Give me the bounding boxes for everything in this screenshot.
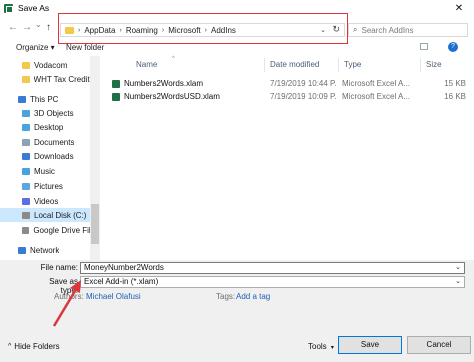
sidebar-item-videos[interactable]: Videos	[0, 194, 90, 208]
search-box[interactable]: ⌕ Search AddIns	[348, 23, 468, 37]
file-name-label: File name:	[40, 263, 78, 272]
music-icon	[22, 167, 30, 175]
new-folder-button[interactable]: New folder	[66, 43, 104, 52]
view-options-icon[interactable]	[420, 43, 428, 50]
window-title: Save As	[18, 3, 50, 13]
computer-icon	[18, 95, 26, 103]
sidebar-item-google-drive[interactable]: Google Drive File	[0, 223, 90, 237]
file-list: Name ^ Date modified Type Size Numbers2W…	[100, 56, 474, 260]
cube-icon	[22, 109, 30, 117]
chevron-down-icon[interactable]: ⌄	[455, 277, 461, 287]
desktop-icon	[22, 123, 30, 131]
toolbar: Organize ▾ New folder ?	[0, 40, 474, 56]
excel-file-icon	[112, 93, 120, 101]
sidebar-item-local-disk[interactable]: Local Disk (C:)	[0, 208, 90, 222]
sidebar-item-vodacom[interactable]: Vodacom	[0, 58, 90, 72]
authors-value[interactable]: Michael Olafusi	[86, 292, 141, 301]
folder-icon	[22, 61, 30, 69]
tags-input[interactable]: Add a tag	[236, 292, 270, 301]
cancel-button[interactable]: Cancel	[407, 336, 471, 354]
sidebar-scrollbar[interactable]	[90, 56, 100, 260]
download-icon	[22, 152, 30, 160]
sidebar-item-pictures[interactable]: Pictures	[0, 179, 90, 193]
sidebar-item-network[interactable]: Network	[0, 243, 90, 257]
forward-arrow-icon[interactable]: →	[22, 22, 32, 33]
red-arrow-annotation-icon	[52, 280, 81, 327]
pictures-icon	[22, 182, 30, 190]
recent-locations-icon[interactable]: ⌄	[35, 20, 42, 29]
file-name-input[interactable]: MoneyNumber2Words ⌄	[80, 262, 465, 274]
tags-label: Tags:	[216, 292, 236, 301]
chevron-down-icon[interactable]: ⌄	[455, 263, 461, 273]
documents-icon	[22, 138, 30, 146]
video-icon	[22, 197, 30, 205]
search-icon: ⌕	[353, 25, 358, 34]
sidebar-item-desktop[interactable]: Desktop	[0, 120, 90, 134]
close-button[interactable]: ✕	[444, 0, 474, 16]
sort-indicator-icon: ^	[172, 56, 175, 62]
organize-button[interactable]: Organize ▾	[16, 43, 55, 52]
scrollbar-thumb[interactable]	[91, 204, 99, 244]
chevron-up-icon: ^	[8, 343, 12, 350]
save-button[interactable]: Save	[338, 336, 402, 354]
file-row[interactable]: Numbers2Words.xlam 7/19/2019 10:44 P... …	[108, 78, 468, 90]
help-icon[interactable]: ?	[448, 42, 458, 52]
hide-folders-button[interactable]: ^ Hide Folders	[8, 342, 60, 351]
folder-icon	[22, 75, 30, 83]
save-as-type-select[interactable]: Excel Add-in (*.xlam) ⌄	[80, 276, 465, 288]
sidebar-item-downloads[interactable]: Downloads	[0, 149, 90, 163]
navigation-pane: Vodacom WHT Tax Credits This PC 3D Objec…	[0, 56, 100, 260]
sidebar-item-this-pc[interactable]: This PC	[0, 92, 90, 106]
network-icon	[18, 246, 26, 254]
disk-icon	[22, 211, 30, 219]
save-form: File name: MoneyNumber2Words ⌄ Save as t…	[0, 260, 474, 362]
file-row[interactable]: Numbers2WordsUSD.xlam 7/19/2019 10:09 P.…	[108, 91, 468, 103]
tools-button[interactable]: Tools ▾	[308, 342, 334, 351]
column-header-size[interactable]: Size	[426, 60, 442, 69]
sidebar-item-documents[interactable]: Documents	[0, 135, 90, 149]
column-header-name[interactable]: Name	[136, 60, 157, 69]
column-header-type[interactable]: Type	[344, 60, 361, 69]
sidebar-item-music[interactable]: Music	[0, 164, 90, 178]
sidebar-item-wht-tax-credits[interactable]: WHT Tax Credits	[0, 72, 90, 86]
back-arrow-icon[interactable]: ←	[8, 22, 18, 33]
column-header-date[interactable]: Date modified	[270, 60, 319, 69]
excel-app-icon	[4, 3, 13, 13]
chevron-down-icon: ▾	[330, 345, 334, 351]
excel-file-icon	[112, 80, 120, 88]
search-placeholder: Search AddIns	[361, 25, 414, 35]
sidebar-item-3d-objects[interactable]: 3D Objects	[0, 106, 90, 120]
disk-icon	[22, 226, 30, 234]
up-arrow-icon[interactable]: ↑	[46, 22, 51, 33]
